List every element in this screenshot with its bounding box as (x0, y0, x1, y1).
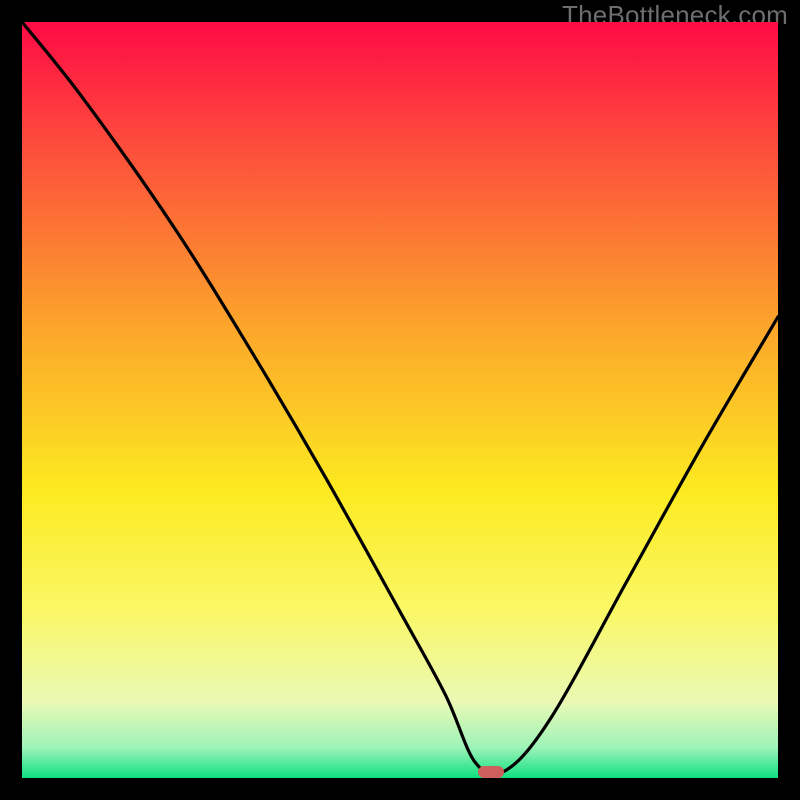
plot-area (22, 22, 778, 778)
bottleneck-curve (22, 22, 778, 778)
chart-frame: TheBottleneck.com (0, 0, 800, 800)
optimal-marker (478, 766, 504, 778)
